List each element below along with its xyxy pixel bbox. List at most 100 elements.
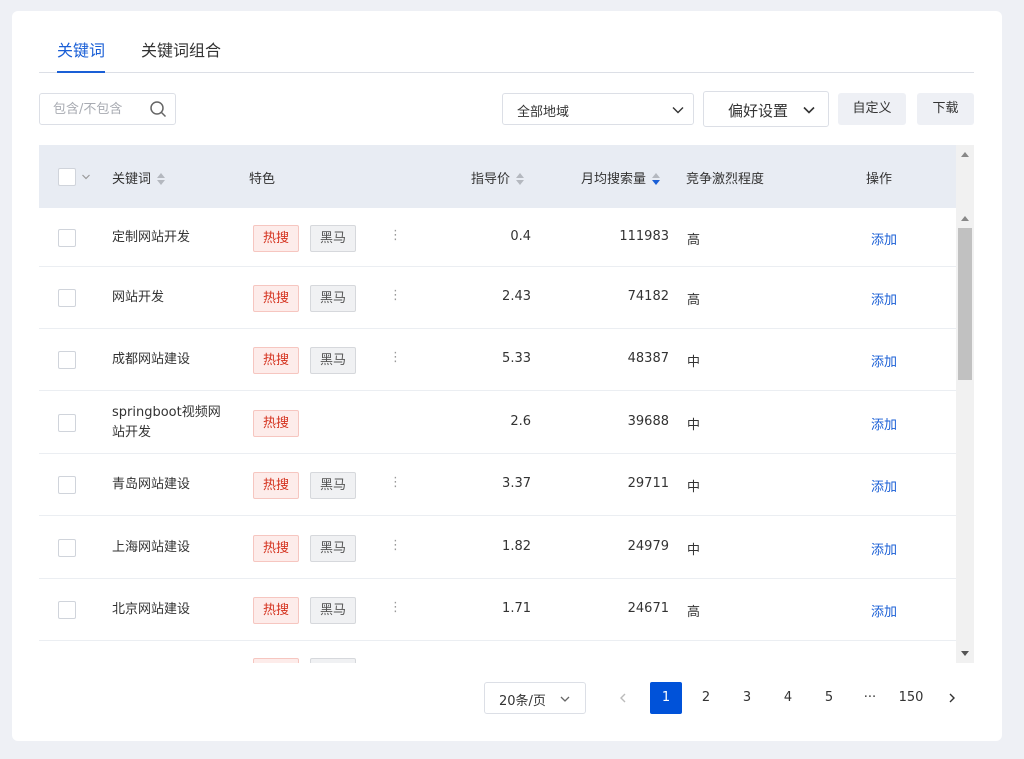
monthly-search-cell: 74182 <box>627 289 669 304</box>
download-button[interactable]: 下载 <box>917 93 974 125</box>
hot-tag: 热搜 <box>253 535 300 562</box>
add-link[interactable]: 添加 <box>871 476 897 495</box>
add-link[interactable]: 添加 <box>871 601 897 620</box>
add-link[interactable]: 添加 <box>871 351 897 370</box>
page-1[interactable]: 1 <box>650 682 682 714</box>
add-link[interactable]: 添加 <box>871 289 897 308</box>
competition-cell: 高 <box>687 233 701 248</box>
dark-horse-tag: 黑马 <box>310 285 357 312</box>
add-link[interactable]: 添加 <box>871 539 897 558</box>
page-3[interactable]: 3 <box>731 682 763 714</box>
competition-cell: 高 <box>687 605 701 620</box>
more-options-icon[interactable]: ⋮ <box>389 288 402 303</box>
header-keyword-label: 关键词 <box>112 172 152 187</box>
monthly-search-cell: 39688 <box>627 414 669 429</box>
search-input[interactable] <box>53 94 153 124</box>
row-checkbox[interactable] <box>58 351 76 369</box>
scroll-up-arrow-icon[interactable] <box>961 215 969 223</box>
table-header: 关键词 特色 指导价 月均搜索量 竞争激烈程度 操作 <box>39 145 956 208</box>
dark-horse-tag: 黑马 <box>310 347 357 374</box>
header-monthly-search[interactable]: 月均搜索量 <box>581 168 661 187</box>
price-cell: 2.43 <box>502 289 531 304</box>
page-ellipsis[interactable]: ··· <box>854 682 886 714</box>
competition-cell: 高 <box>687 293 701 308</box>
page-5[interactable]: 5 <box>813 682 845 714</box>
table-row: 定制网站开发 热搜 黑马 ⋮ 0.4 111983 高 添加 <box>39 208 956 267</box>
monthly-search-cell: 24671 <box>627 601 669 616</box>
hot-tag: 热搜 <box>253 658 300 663</box>
scroll-up-arrow-icon[interactable] <box>961 151 969 159</box>
more-options-icon[interactable]: ⋮ <box>389 228 402 243</box>
tab-keyword-combo[interactable]: 关键词组合 <box>141 37 221 61</box>
more-options-icon[interactable]: ⋮ <box>389 538 402 553</box>
next-page-icon[interactable] <box>946 692 958 704</box>
keyword-cell: 成都网站建设 <box>112 352 191 367</box>
hot-tag: 热搜 <box>253 285 300 312</box>
dark-horse-tag: 黑马 <box>310 535 357 562</box>
main-card: 关键词 关键词组合 全部地域 偏好设置 自定义 下载 关键词 <box>12 11 1002 741</box>
price-cell: 3.37 <box>502 476 531 491</box>
scroll-down-arrow-icon[interactable] <box>961 649 969 657</box>
row-checkbox[interactable] <box>58 414 76 432</box>
search-icon[interactable] <box>149 100 167 118</box>
hot-tag: 热搜 <box>253 597 300 624</box>
price-cell: 0.4 <box>510 229 531 244</box>
monthly-search-cell: 24979 <box>627 539 669 554</box>
monthly-search-cell: 48387 <box>627 351 669 366</box>
hot-tag: 热搜 <box>253 347 300 374</box>
custom-button[interactable]: 自定义 <box>838 93 906 125</box>
header-price-label: 指导价 <box>471 172 511 187</box>
page-2[interactable]: 2 <box>690 682 722 714</box>
sort-desc-icon[interactable] <box>652 173 661 185</box>
tab-keywords[interactable]: 关键词 <box>57 37 105 61</box>
more-options-icon[interactable]: ⋮ <box>389 600 402 615</box>
keyword-cell: 北京网站建设 <box>112 602 191 617</box>
chevron-down-icon[interactable] <box>81 172 91 182</box>
row-checkbox[interactable] <box>58 229 76 247</box>
price-cell: 1.71 <box>502 601 531 616</box>
hot-tag: 热搜 <box>253 472 300 499</box>
prev-page-icon[interactable] <box>617 692 629 704</box>
sort-icon[interactable] <box>516 173 525 185</box>
row-checkbox[interactable] <box>58 539 76 557</box>
region-select[interactable]: 全部地域 <box>502 93 694 125</box>
monthly-search-cell: 111983 <box>619 229 669 244</box>
row-checkbox[interactable] <box>58 289 76 307</box>
select-all-checkbox[interactable] <box>58 168 76 186</box>
sort-icon[interactable] <box>157 173 166 185</box>
price-cell: 1.82 <box>502 539 531 554</box>
row-checkbox[interactable] <box>58 601 76 619</box>
dark-horse-tag: 黑马 <box>310 597 357 624</box>
keyword-cell: 定制网站开发 <box>112 230 191 245</box>
row-checkbox[interactable] <box>58 476 76 494</box>
page-size-select[interactable]: 20条/页 <box>484 682 586 714</box>
table-scrollbar[interactable] <box>956 145 974 663</box>
dark-horse-tag: 黑马 <box>310 658 357 663</box>
keyword-cell: springboot视频网站开发 <box>112 405 221 440</box>
header-monthly-search-label: 月均搜索量 <box>581 172 647 187</box>
scroll-thumb[interactable] <box>958 228 972 380</box>
keyword-cell: 网站开发 <box>112 290 165 305</box>
header-price[interactable]: 指导价 <box>471 168 525 187</box>
monthly-search-cell: 29711 <box>627 476 669 491</box>
header-keyword[interactable]: 关键词 <box>112 168 166 187</box>
chevron-down-icon <box>672 107 684 114</box>
table-row: springboot视频网站开发 热搜 2.6 39688 中 添加 <box>39 391 956 454</box>
region-select-value: 全部地域 <box>517 105 570 120</box>
price-cell: 5.33 <box>502 351 531 366</box>
tab-active-underline <box>57 71 105 73</box>
competition-cell: 中 <box>687 355 701 370</box>
competition-cell: 中 <box>687 418 701 433</box>
table-row: 热搜 黑马 <box>39 641 956 663</box>
add-link[interactable]: 添加 <box>871 229 897 248</box>
header-action: 操作 <box>866 172 893 187</box>
table-row: 北京网站建设 热搜 黑马 ⋮ 1.71 24671 高 添加 <box>39 579 956 641</box>
page-150[interactable]: 150 <box>895 682 927 714</box>
more-options-icon[interactable]: ⋮ <box>389 475 402 490</box>
keyword-cell: 青岛网站建设 <box>112 477 191 492</box>
more-options-icon[interactable]: ⋮ <box>389 350 402 365</box>
add-link[interactable]: 添加 <box>871 414 897 433</box>
preference-settings-button[interactable]: 偏好设置 <box>703 91 829 127</box>
page-4[interactable]: 4 <box>772 682 804 714</box>
table-row: 青岛网站建设 热搜 黑马 ⋮ 3.37 29711 中 添加 <box>39 454 956 516</box>
